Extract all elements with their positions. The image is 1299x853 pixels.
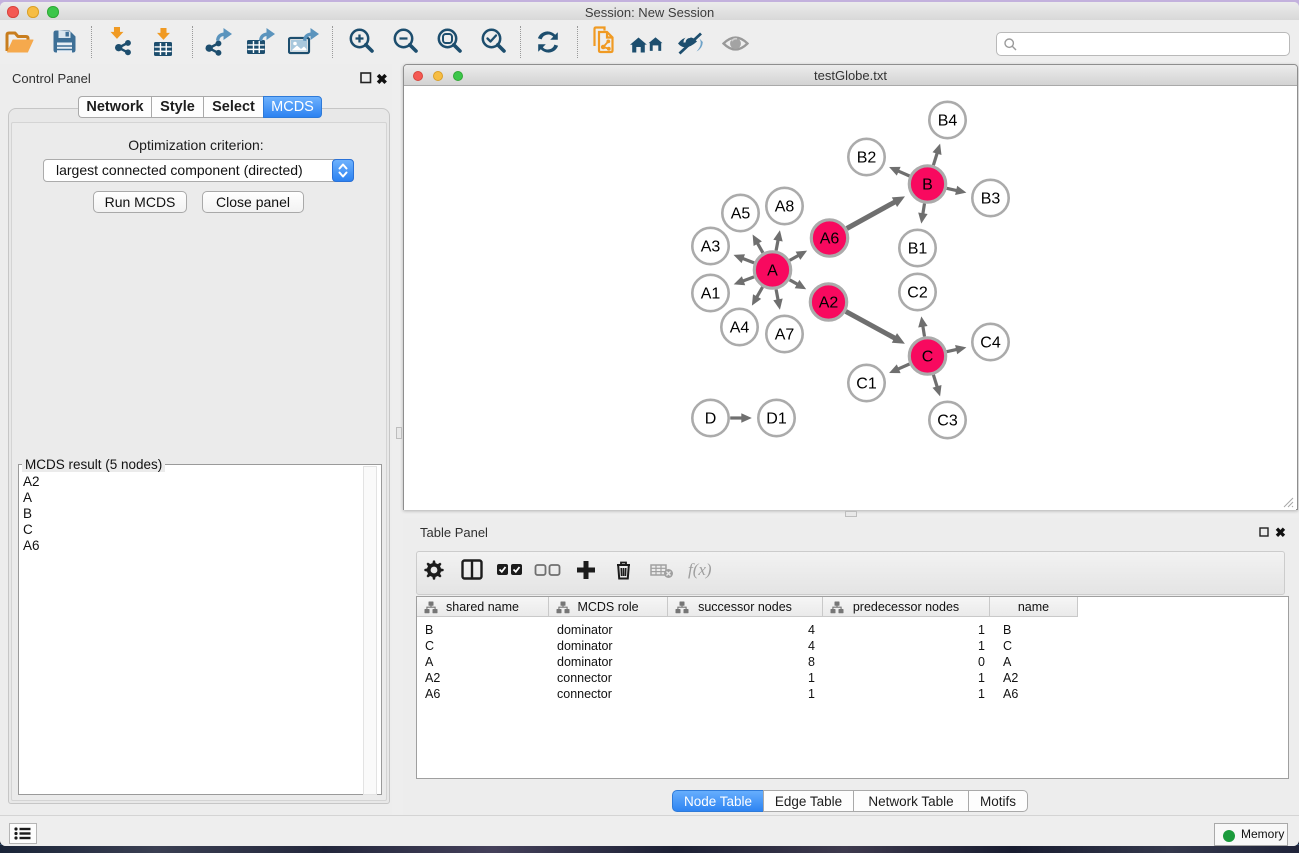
svg-text:C1: C1	[856, 376, 877, 393]
svg-text:C: C	[922, 349, 934, 366]
svg-text:B4: B4	[938, 113, 958, 130]
svg-text:C4: C4	[980, 335, 1001, 352]
svg-text:A5: A5	[731, 206, 751, 223]
svg-text:B1: B1	[908, 241, 928, 258]
svg-text:A7: A7	[775, 327, 795, 344]
svg-text:B3: B3	[981, 191, 1001, 208]
svg-text:D: D	[705, 411, 717, 428]
svg-text:C3: C3	[937, 413, 958, 430]
svg-text:A1: A1	[701, 286, 721, 303]
svg-text:A3: A3	[701, 239, 721, 256]
svg-text:D1: D1	[766, 411, 787, 428]
svg-text:A8: A8	[775, 199, 795, 216]
svg-text:B2: B2	[857, 150, 877, 167]
svg-text:f(x): f(x)	[688, 560, 712, 579]
svg-text:A: A	[767, 263, 778, 280]
svg-text:B: B	[922, 177, 933, 194]
svg-text:C2: C2	[907, 285, 928, 302]
svg-text:A2: A2	[819, 295, 839, 312]
svg-text:A6: A6	[820, 231, 840, 248]
svg-text:A4: A4	[730, 320, 750, 337]
